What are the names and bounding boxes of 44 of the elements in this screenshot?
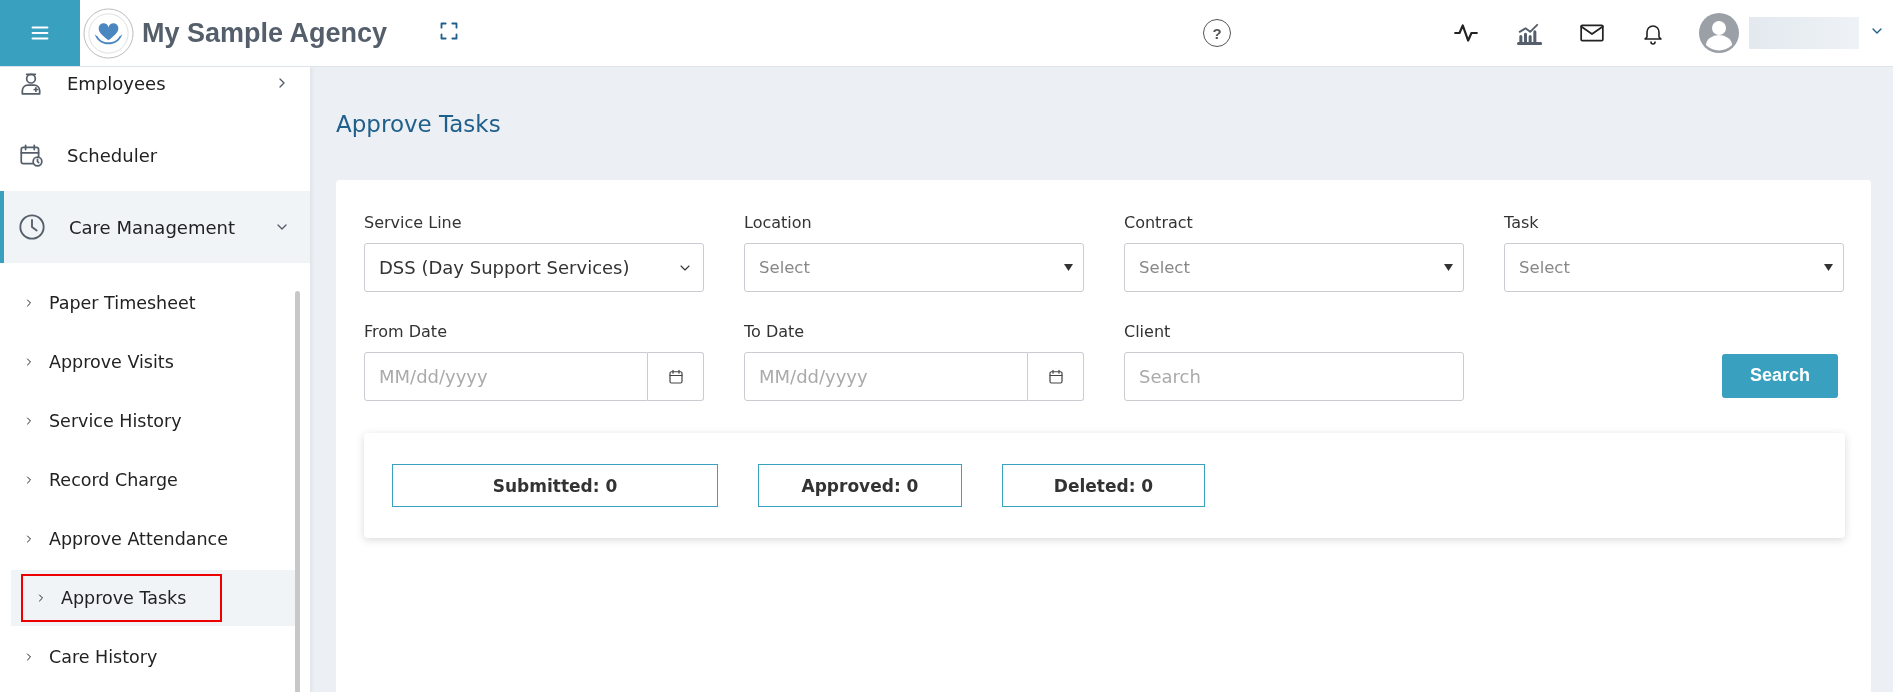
select-field[interactable]: DSS (Day Support Services) bbox=[364, 243, 704, 292]
field-label: To Date bbox=[744, 322, 806, 343]
submenu-item[interactable]: Paper Timesheet bbox=[11, 275, 298, 331]
sidebar-item[interactable]: Employees bbox=[0, 67, 310, 119]
calendar-button[interactable] bbox=[648, 352, 704, 401]
scrollbar[interactable] bbox=[295, 291, 300, 692]
submenu-item[interactable]: Service History bbox=[11, 393, 298, 449]
calendar-icon bbox=[666, 367, 685, 386]
field-label: From Date bbox=[364, 322, 448, 343]
select-field[interactable]: Select bbox=[1124, 243, 1464, 292]
fullscreen-icon bbox=[439, 21, 460, 41]
field-label: Client bbox=[1124, 322, 1172, 343]
calendar-clock-icon bbox=[18, 142, 44, 168]
field-label: Task bbox=[1504, 213, 1540, 234]
avatar-icon[interactable] bbox=[1699, 13, 1740, 53]
field-label: Location bbox=[744, 213, 813, 234]
calendar-button[interactable] bbox=[1028, 352, 1084, 401]
sidebar-item[interactable]: Scheduler bbox=[0, 119, 310, 191]
calendar-icon bbox=[1046, 367, 1065, 386]
submenu-item[interactable]: Approve Visits bbox=[11, 334, 298, 390]
count-tile: Submitted: 0 bbox=[392, 464, 718, 507]
submenu-item[interactable]: Approve Attendance bbox=[11, 511, 298, 567]
caret-down-icon bbox=[1824, 264, 1833, 271]
submenu-item[interactable]: Care History bbox=[11, 629, 298, 685]
select-field[interactable]: Select bbox=[1504, 243, 1844, 292]
clock-icon bbox=[18, 213, 46, 241]
submenu-item[interactable]: Record Charge bbox=[11, 452, 298, 508]
submenu-item[interactable]: Approve Tasks bbox=[11, 570, 298, 626]
count-tile: Approved: 0 bbox=[758, 464, 962, 507]
logo-icon bbox=[82, 6, 135, 60]
caret-down-icon bbox=[1064, 264, 1073, 271]
date-field[interactable]: MM/dd/yyyy bbox=[364, 352, 648, 401]
select-field[interactable]: Select bbox=[744, 243, 1084, 292]
sidebar-item[interactable]: Care Management bbox=[0, 191, 310, 263]
field-label: Contract bbox=[1124, 213, 1194, 234]
field-label: Service Line bbox=[364, 213, 463, 234]
menu-button[interactable] bbox=[0, 0, 80, 66]
page-title: Approve Tasks bbox=[336, 109, 502, 139]
search-field[interactable]: Search bbox=[1124, 352, 1464, 401]
agency-name: My Sample Agency bbox=[142, 17, 388, 49]
employees-icon bbox=[18, 70, 44, 96]
date-field[interactable]: MM/dd/yyyy bbox=[744, 352, 1028, 401]
count-tile: Deleted: 0 bbox=[1002, 464, 1205, 507]
caret-down-icon bbox=[1444, 264, 1453, 271]
